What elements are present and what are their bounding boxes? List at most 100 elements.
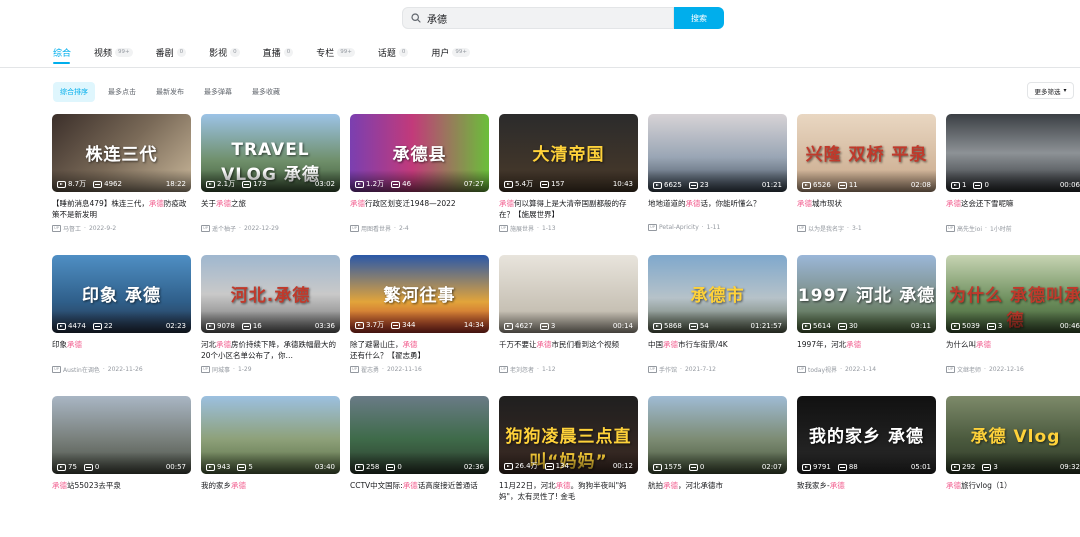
video-thumbnail[interactable]: 狗狗凌晨三点直叫“妈妈”26.4万13400:12	[499, 396, 638, 474]
video-thumbnail[interactable]: 1 0 00:06	[946, 114, 1080, 192]
video-title[interactable]: 承德城市现状	[797, 198, 936, 220]
video-thumbnail[interactable]: 兴隆 双桥 平泉 6526 11 02:08	[797, 114, 936, 192]
publish-date: 2022-12-29	[243, 225, 279, 232]
video-thumbnail[interactable]: 我的家乡 承德 9791 88 05:01	[797, 396, 936, 474]
sort-option[interactable]: 最多收藏	[245, 82, 287, 102]
video-thumbnail[interactable]: 4627 3 00:14	[499, 255, 638, 333]
video-card[interactable]: 狗狗凌晨三点直叫“妈妈”26.4万13400:12 11月22日，河北承德。狗狗半…	[499, 396, 638, 537]
video-thumbnail[interactable]: 繁河往事 3.7万 344 14:34	[350, 255, 489, 333]
tab-item[interactable]: 综合	[53, 46, 71, 59]
tab-item[interactable]: 用户 99+	[431, 46, 470, 59]
video-thumbnail[interactable]: 河北.承德 9078 16 03:36	[201, 255, 340, 333]
tab-item[interactable]: 视频 99+	[94, 46, 133, 59]
video-thumbnail[interactable]: 1575 0 02:07	[648, 396, 787, 474]
video-card[interactable]: 河北.承德 9078 16 03:36 河北承德房价持续下降，承德跌幅最大的20个小区名…	[201, 255, 340, 396]
video-thumbnail[interactable]: 75 0 00:57	[52, 396, 191, 474]
video-title[interactable]: 千万不要让承德市民们看到这个视频	[499, 339, 638, 361]
tab-item[interactable]: 直播 0	[263, 46, 294, 59]
video-title[interactable]: 为什么叫承德	[946, 339, 1080, 361]
search-box[interactable]	[402, 7, 674, 29]
tab-item[interactable]: 番剧 0	[156, 46, 187, 59]
video-title[interactable]: 承德行政区划变迁1948—2022	[350, 198, 489, 220]
uploader-name[interactable]: 遥个柚子	[212, 224, 236, 233]
sort-option[interactable]: 最多点击	[101, 82, 143, 102]
video-card[interactable]: 1575 0 02:07 航拍承德，河北承德市	[648, 396, 787, 537]
video-title[interactable]: 承德站55023去平泉	[52, 480, 191, 502]
uploader-name[interactable]: 手作馆	[659, 365, 677, 374]
video-card[interactable]: 75 0 00:57 承德站55023去平泉	[52, 396, 191, 537]
video-card[interactable]: 株连三代 8.7万 4962 18:22 【睡前消息479】株连三代，承德防疫政策不是新…	[52, 114, 191, 255]
video-card[interactable]: 我的家乡 承德 9791 88 05:01 致我家乡-承德	[797, 396, 936, 537]
tab-item[interactable]: 专栏 99+	[316, 46, 355, 59]
video-card[interactable]: 承德 Vlog 292 3 09:32 承德旅行vlog（1）	[946, 396, 1080, 537]
search-button[interactable]: 搜索	[674, 7, 724, 29]
video-title[interactable]: 印象承德	[52, 339, 191, 361]
video-title[interactable]: 11月22日，河北承德。狗狗半夜叫"妈妈"，太有灵性了! 金毛	[499, 480, 638, 502]
video-thumbnail[interactable]: 943 5 03:40	[201, 396, 340, 474]
tab-item[interactable]: 影视 0	[209, 46, 240, 59]
video-card[interactable]: 258 0 02:36 CCTV中文国际:承德话高度接近普通话	[350, 396, 489, 537]
tab-item[interactable]: 话题 0	[378, 46, 409, 59]
sort-option[interactable]: 最多弹幕	[197, 82, 239, 102]
video-thumbnail[interactable]: 承德县 1.2万 46 07:27	[350, 114, 489, 192]
video-card[interactable]: 大清帝国 5.4万 157 10:43 承德何以算得上是大清帝国副都般的存在？【施展世界…	[499, 114, 638, 255]
uploader-name[interactable]: 高先生ioi	[957, 224, 982, 233]
video-title[interactable]: 承德这会还下雪呢嘛	[946, 198, 1080, 220]
video-title[interactable]: 承德旅行vlog（1）	[946, 480, 1080, 502]
danmaku-count: 173	[253, 180, 267, 188]
video-card[interactable]: 为什么 承德叫承德5039300:46为什么叫承德UP文继老师·2022-12-…	[946, 255, 1080, 396]
video-thumbnail[interactable]: 印象 承德 4474 22 02:23	[52, 255, 191, 333]
video-thumbnail[interactable]: 株连三代 8.7万 4962 18:22	[52, 114, 191, 192]
uploader-name[interactable]: 施展世界	[510, 224, 534, 233]
uploader-name[interactable]: today视界	[808, 365, 837, 374]
play-count-icon	[206, 180, 215, 188]
video-thumbnail[interactable]: 承德 Vlog 292 3 09:32	[946, 396, 1080, 474]
uploader-name[interactable]: 老刘忽者	[510, 365, 534, 374]
video-card[interactable]: 1 0 00:06 承德这会还下雪呢嘛 UP 高先生ioi · 1小时前	[946, 114, 1080, 255]
video-card[interactable]: TRAVEL VLOG 承德2.1万17303:02关于承德之旅UP遥个柚子·2…	[201, 114, 340, 255]
video-card[interactable]: 繁河往事 3.7万 344 14:34 除了避暑山庄，承德还有什么？【翟志勇】 UP 翟志勇…	[350, 255, 489, 396]
sort-option[interactable]: 最新发布	[149, 82, 191, 102]
video-title[interactable]: 致我家乡-承德	[797, 480, 936, 502]
video-thumbnail[interactable]: 1997 河北 承德 5614 30 03:11	[797, 255, 936, 333]
uploader-name[interactable]: Austin在调色	[63, 365, 100, 374]
video-duration: 02:07	[761, 463, 782, 471]
video-duration: 01:21	[761, 181, 782, 189]
video-title[interactable]: 【睡前消息479】株连三代，承德防疫政策不是新发明	[52, 198, 191, 220]
sort-option[interactable]: 综合排序	[53, 82, 95, 102]
video-thumbnail[interactable]: 承德市 5868 54 01:21:57	[648, 255, 787, 333]
video-title[interactable]: 我的家乡承德	[201, 480, 340, 502]
more-filter-button[interactable]: 更多筛选 ▾	[1027, 82, 1074, 99]
video-title[interactable]: CCTV中文国际:承德话高度接近普通话	[350, 480, 489, 502]
video-title[interactable]: 航拍承德，河北承德市	[648, 480, 787, 502]
uploader-name[interactable]: 用图看世界	[361, 224, 391, 233]
video-card[interactable]: 承德县 1.2万 46 07:27 承德行政区划变迁1948—2022 UP 用图看世界 · 2…	[350, 114, 489, 255]
video-thumbnail[interactable]: 大清帝国 5.4万 157 10:43	[499, 114, 638, 192]
video-thumbnail[interactable]: 6625 23 01:21	[648, 114, 787, 192]
video-title[interactable]: 河北承德房价持续下降，承德跌幅最大的20个小区名单公布了，你…	[201, 339, 340, 361]
video-thumbnail[interactable]: TRAVEL VLOG 承德2.1万17303:02	[201, 114, 340, 192]
video-card[interactable]: 承德市 5868 54 01:21:57 中国承德市行车街景/4K UP 手作馆 · 2021-…	[648, 255, 787, 396]
uploader-name[interactable]: Petal-Apricity	[659, 224, 699, 231]
video-card[interactable]: 印象 承德 4474 22 02:23 印象承德 UP Austin在调色 · 2022-11-…	[52, 255, 191, 396]
search-input[interactable]	[427, 12, 647, 24]
video-title[interactable]: 除了避暑山庄，承德还有什么？【翟志勇】	[350, 339, 489, 361]
uploader-name[interactable]: 马督工	[63, 224, 81, 233]
video-title[interactable]: 中国承德市行车街景/4K	[648, 339, 787, 361]
video-card[interactable]: 兴隆 双桥 平泉 6526 11 02:08 承德城市现状 UP 以为是我名字 · 3-1	[797, 114, 936, 255]
uploader-name[interactable]: 翟志勇	[361, 365, 379, 374]
video-title[interactable]: 关于承德之旅	[201, 198, 340, 220]
video-thumbnail[interactable]: 为什么 承德叫承德5039300:46	[946, 255, 1080, 333]
video-thumbnail[interactable]: 258 0 02:36	[350, 396, 489, 474]
video-card[interactable]: 1997 河北 承德 5614 30 03:11 1997年，河北承德 UP today视界…	[797, 255, 936, 396]
video-card[interactable]: 6625 23 01:21 地地道道的承德话，你能听懂么？ UP Petal-Aprici…	[648, 114, 787, 255]
video-title[interactable]: 1997年，河北承德	[797, 339, 936, 361]
uploader-name[interactable]: 同城事	[212, 365, 230, 374]
uploader-name[interactable]: 文继老师	[957, 365, 981, 374]
uploader-name[interactable]: 以为是我名字	[808, 224, 844, 233]
video-title[interactable]: 地地道道的承德话，你能听懂么？	[648, 198, 787, 220]
video-card[interactable]: 943 5 03:40 我的家乡承德	[201, 396, 340, 537]
video-title[interactable]: 承德何以算得上是大清帝国副都般的存在？【施展世界】	[499, 198, 638, 220]
video-card[interactable]: 4627 3 00:14 千万不要让承德市民们看到这个视频 UP 老刘忽者 · 1-12	[499, 255, 638, 396]
title-keyword-highlight: 承德	[216, 340, 231, 349]
